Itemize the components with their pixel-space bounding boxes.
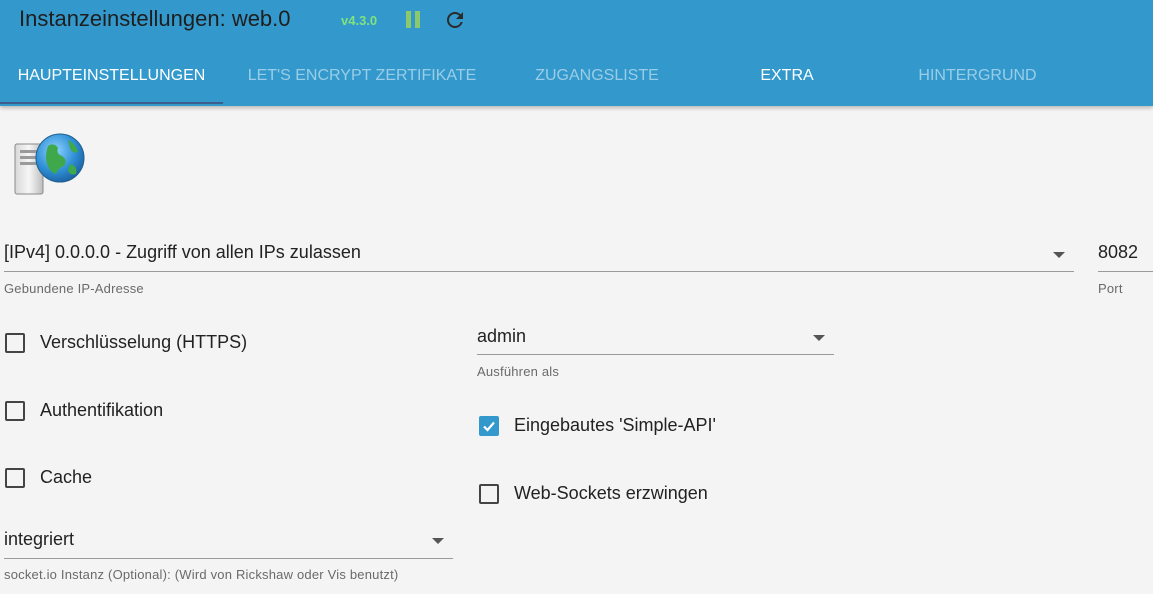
active-tab-indicator [0,102,223,104]
tab-hintergrund[interactable]: HINTERGRUND [881,48,1074,104]
socketio-select[interactable]: integriert [4,529,74,550]
app-header: Instanzeinstellungen: web.0 v4.3.0 HAUPT… [0,0,1153,106]
force-websockets-label: Web-Sockets erzwingen [514,483,708,503]
version-badge: v4.3.0 [341,13,378,28]
tab-lets-encrypt[interactable]: LET'S ENCRYPT ZERTIFIKATE [223,48,501,104]
chevron-down-icon[interactable] [813,335,825,341]
bind-ip-underline [4,271,1074,272]
bind-ip-select[interactable]: [IPv4] 0.0.0.0 - Zugriff von allen IPs z… [4,242,361,263]
cache-label: Cache [40,467,93,487]
socketio-underline [4,558,453,559]
reload-icon[interactable] [443,8,467,32]
bind-ip-helper: Gebundene IP-Adresse [4,281,144,296]
tab-haupteinstellungen[interactable]: HAUPTEINSTELLUNGEN [0,48,223,104]
run-as-underline [477,354,834,355]
check-icon [483,421,495,432]
https-checkbox[interactable] [5,333,25,353]
cache-checkbox[interactable] [5,468,25,488]
tab-zugangsliste[interactable]: ZUGANGSLISTE [501,48,693,104]
auth-checkbox[interactable] [5,401,25,421]
chevron-down-icon[interactable] [1053,252,1065,258]
port-input[interactable]: 8082 [1098,242,1138,263]
page-title: Instanzeinstellungen: web.0 [19,6,291,31]
socketio-helper: socket.io Instanz (Optional): (Wird von … [4,567,399,582]
run-as-helper: Ausführen als [477,364,560,379]
simple-api-label: Eingebautes 'Simple-API' [514,415,716,435]
port-underline [1098,271,1153,272]
tab-bar: HAUPTEINSTELLUNGEN LET'S ENCRYPT ZERTIFI… [0,48,1153,104]
pause-icon[interactable] [405,11,423,29]
port-helper: Port [1098,281,1123,296]
force-websockets-checkbox[interactable] [479,484,499,504]
tab-extra[interactable]: EXTRA [693,48,881,104]
server-globe-icon [14,133,85,195]
run-as-select[interactable]: admin [477,326,526,347]
chevron-down-icon[interactable] [432,538,444,544]
simple-api-checkbox[interactable] [479,416,499,436]
https-label: Verschlüsselung (HTTPS) [40,332,248,352]
auth-label: Authentifikation [40,400,164,420]
